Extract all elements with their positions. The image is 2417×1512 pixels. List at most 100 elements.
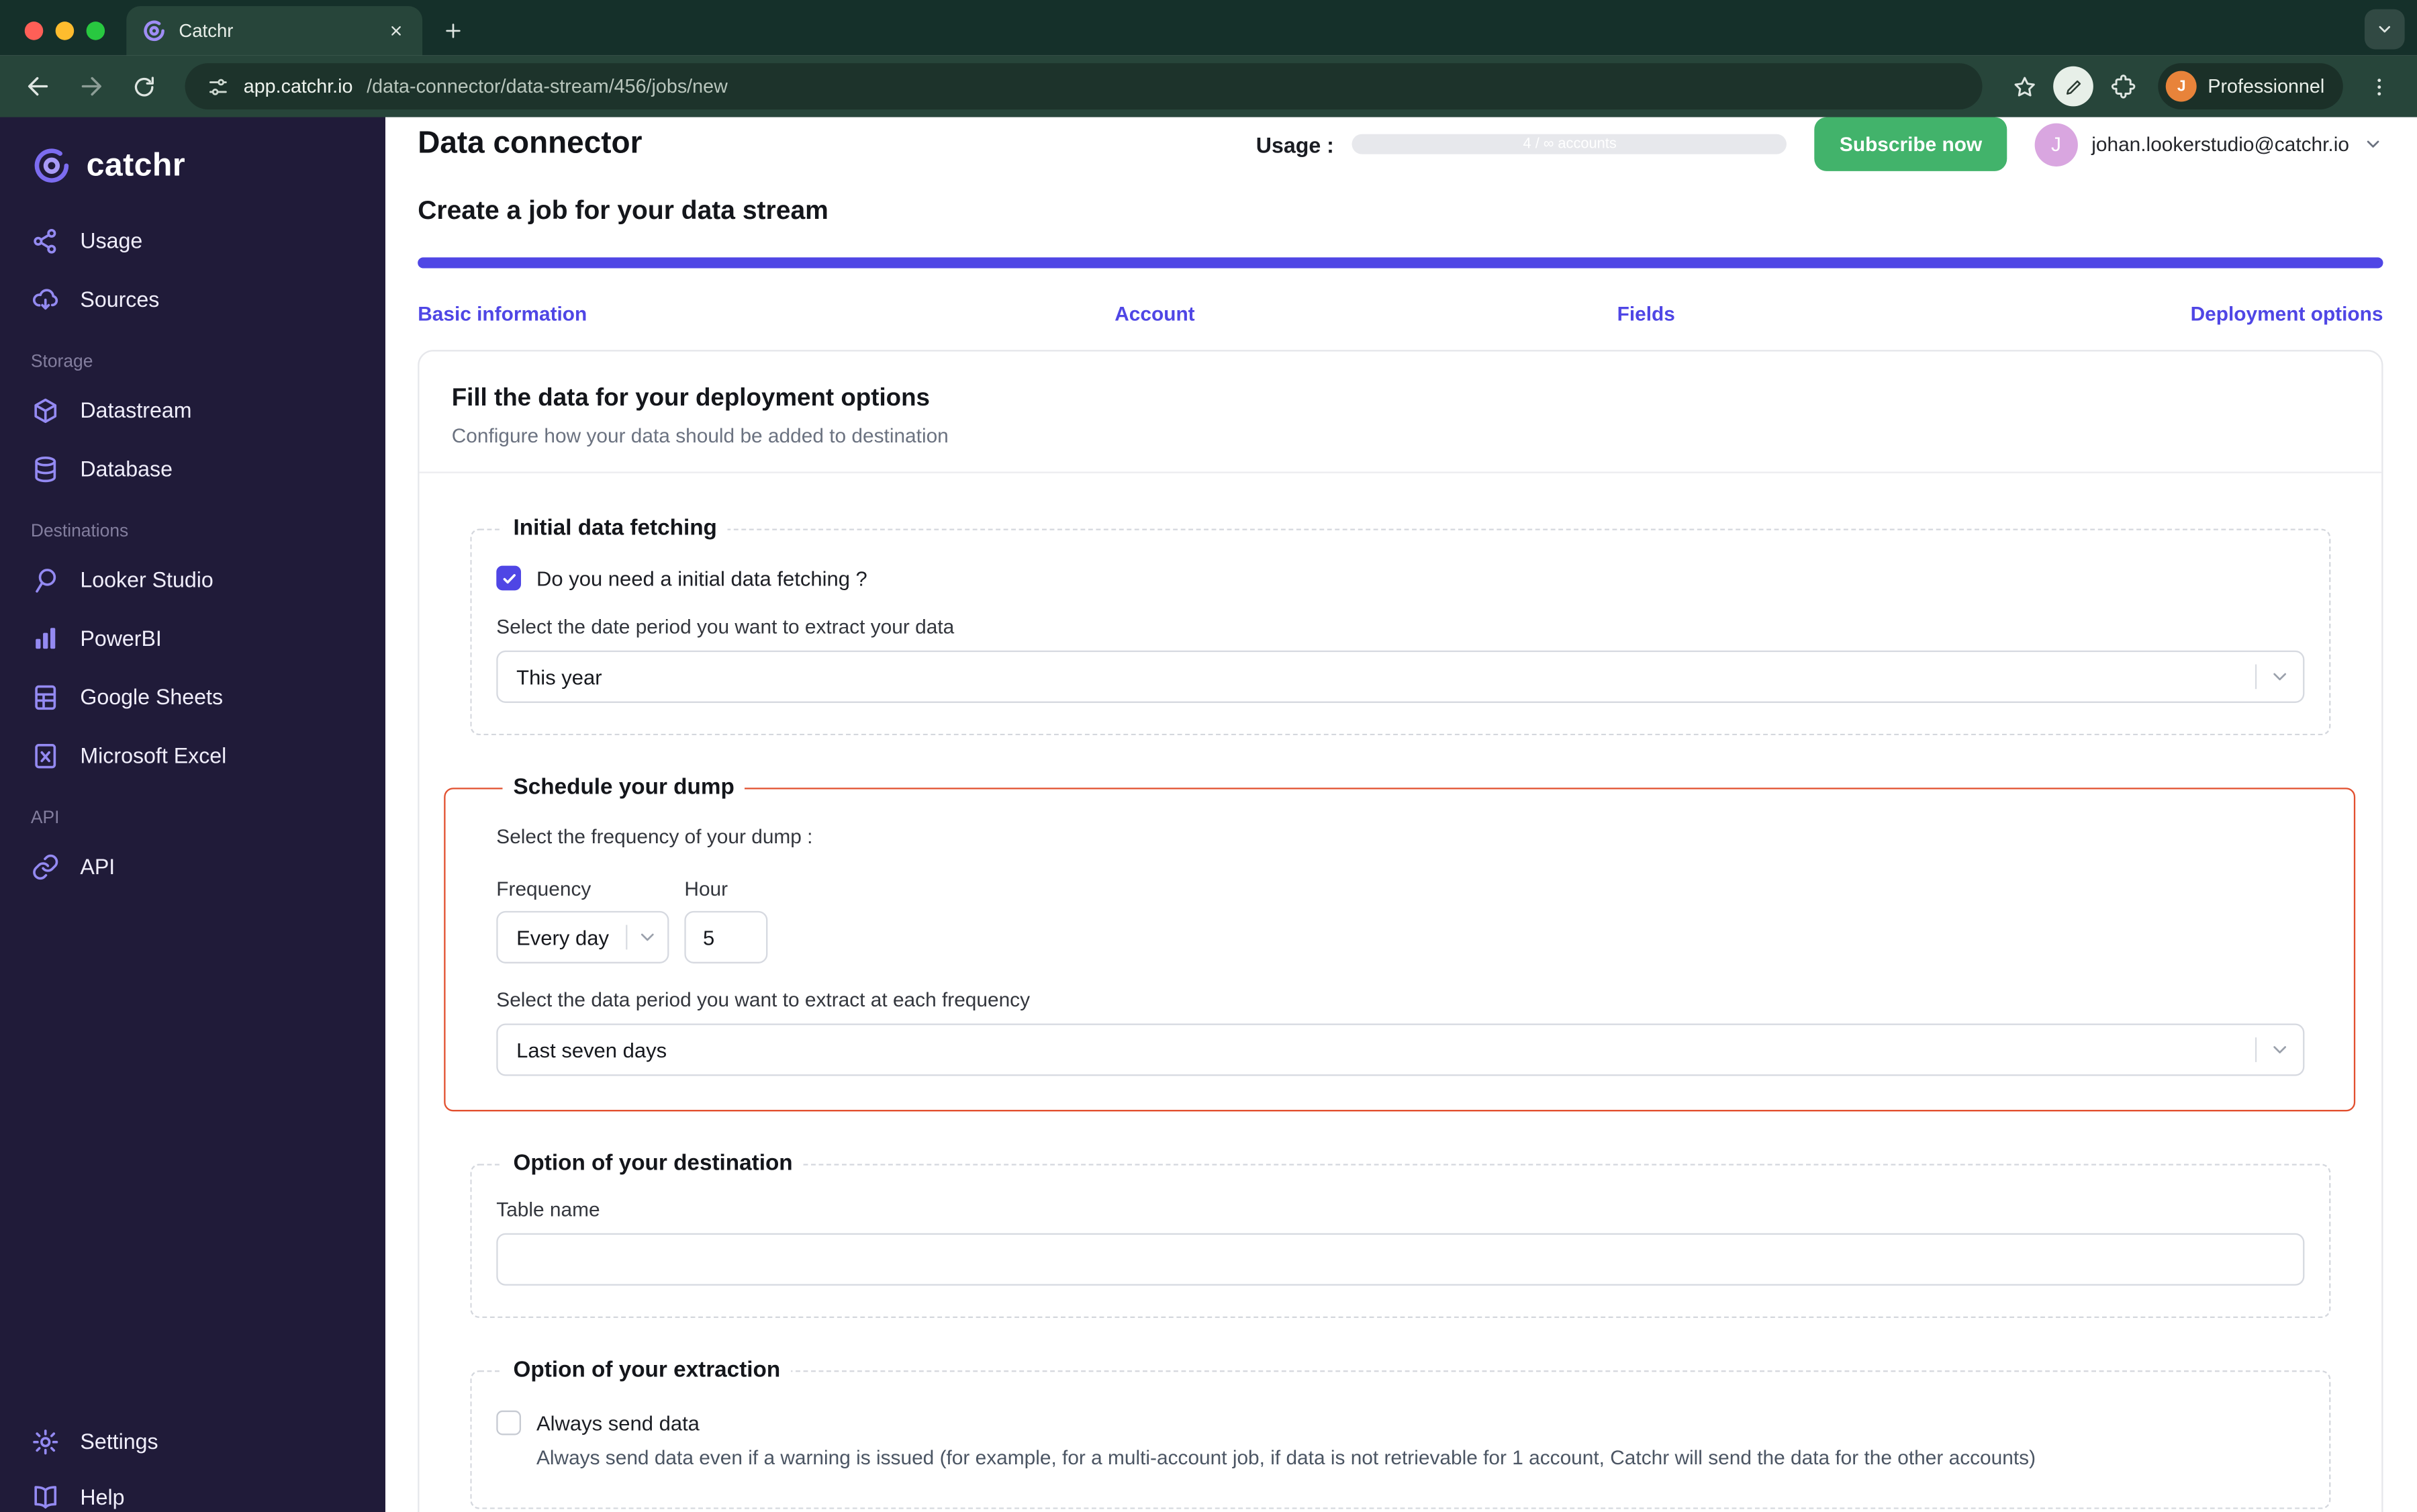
usage-label: Usage :: [1255, 132, 1334, 157]
user-avatar: J: [2034, 122, 2078, 166]
frequency-select[interactable]: Every day: [496, 910, 669, 963]
user-email: johan.lookerstudio@catchr.io: [2091, 132, 2349, 156]
fieldset-legend: Initial data fetching: [513, 516, 717, 541]
always-send-data-label: Always send data: [536, 1411, 700, 1435]
usage-value: 4 / ∞ accounts: [1523, 136, 1617, 153]
sidebar-item-help[interactable]: Help: [0, 1469, 385, 1512]
browser-menu-icon[interactable]: [2355, 63, 2402, 109]
browser-tab[interactable]: Catchr: [126, 6, 423, 56]
link-icon: [31, 851, 60, 881]
profile-avatar: J: [2166, 70, 2197, 102]
sidebar-item-usage[interactable]: Usage: [0, 211, 385, 270]
table-name-input[interactable]: [496, 1233, 2305, 1286]
wizard-title: Create a job for your data stream: [418, 195, 828, 226]
usage-meter: Usage : 4 / ∞ accounts: [1256, 132, 1787, 156]
sidebar-item-api[interactable]: API: [0, 837, 385, 896]
sidebar-item-label: Datastream: [80, 397, 192, 423]
browser-toolbar: app.catchr.io/data-connector/data-stream…: [0, 55, 2417, 117]
bookmark-star-icon[interactable]: [2001, 63, 2048, 109]
sidebar-section-api: API: [30, 809, 60, 828]
new-tab-button[interactable]: [432, 9, 475, 52]
initial-fetching-checkbox-label: Do you need a initial data fetching ?: [536, 566, 867, 590]
site-info-icon[interactable]: [207, 75, 230, 97]
main-header: Data connector Usage : 4 / ∞ accounts Su…: [385, 117, 2417, 171]
sidebar-item-looker-studio[interactable]: Looker Studio: [0, 551, 385, 609]
step-account[interactable]: Account: [909, 302, 1401, 325]
sidebar: catchr Usage Sources Storage Datastream: [0, 117, 385, 1512]
step-fields[interactable]: Fields: [1401, 302, 1892, 325]
date-period-value: This year: [516, 665, 602, 689]
tab-search-button[interactable]: [2364, 9, 2405, 50]
wizard-progress-bar: [418, 257, 2383, 269]
sidebar-item-powerbi[interactable]: PowerBI: [0, 609, 385, 667]
sidebar-item-label: Database: [80, 456, 173, 481]
hour-input[interactable]: [684, 910, 768, 963]
always-send-data-checkbox[interactable]: [496, 1410, 522, 1435]
step-deployment-options[interactable]: Deployment options: [1892, 302, 2383, 325]
frequency-value: Every day: [516, 925, 609, 949]
browser-profile-chip[interactable]: J Professionnel: [2158, 63, 2343, 110]
chevron-down-icon: [636, 927, 658, 948]
sidebar-item-settings[interactable]: Settings: [0, 1413, 385, 1469]
screenshot-viewport: Catchr app.catchr.io/data-connector/data…: [0, 0, 2417, 1512]
select-divider: [2255, 664, 2257, 690]
date-period-select[interactable]: This year: [496, 650, 2305, 703]
sidebar-item-sources[interactable]: Sources: [0, 270, 385, 328]
hour-label: Hour: [684, 877, 728, 900]
tab-close-icon[interactable]: [382, 17, 410, 44]
sidebar-footer: Settings Help: [0, 1413, 385, 1512]
subscribe-now-button[interactable]: Subscribe now: [1815, 117, 2007, 171]
close-window-button[interactable]: [24, 21, 44, 40]
app-logo[interactable]: catchr: [0, 117, 385, 211]
card-title: Fill the data for your deployment option…: [451, 385, 930, 412]
forward-icon[interactable]: [68, 63, 114, 109]
book-icon: [31, 1482, 60, 1512]
url-path: /data-connector/data-stream/456/jobs/new: [367, 75, 728, 97]
fieldset-legend: Schedule your dump: [513, 775, 734, 800]
looker-studio-icon: [31, 565, 60, 594]
sidebar-item-label: Usage: [80, 228, 143, 253]
share-icon: [31, 226, 60, 255]
gear-icon: [31, 1427, 60, 1456]
fieldset-legend: Option of your extraction: [513, 1358, 781, 1383]
usage-progress-track: 4 / ∞ accounts: [1352, 134, 1787, 154]
reload-icon[interactable]: [120, 63, 167, 109]
logo-text: catchr: [86, 147, 186, 183]
always-send-data-description: Always send data even if a warning is is…: [536, 1446, 2036, 1470]
wizard-steps: Basic information Account Fields Deploym…: [418, 302, 2383, 325]
sidebar-item-label: Settings: [80, 1429, 158, 1454]
url-bar[interactable]: app.catchr.io/data-connector/data-stream…: [185, 63, 1983, 110]
destination-option-fieldset: Option of your destination Table name: [470, 1151, 2331, 1319]
table-name-label: Table name: [496, 1197, 600, 1221]
cloud-download-icon: [31, 285, 60, 314]
sidebar-item-label: Help: [80, 1484, 125, 1509]
sidebar-item-database[interactable]: Database: [0, 439, 385, 498]
chevron-down-icon: [2269, 1039, 2291, 1060]
frequency-period-label: Select the data period you want to extra…: [496, 988, 1031, 1012]
sidebar-item-microsoft-excel[interactable]: Microsoft Excel: [0, 726, 385, 784]
extraction-option-fieldset: Option of your extraction Always send da…: [470, 1358, 2331, 1509]
tab-title: Catchr: [179, 19, 234, 42]
excel-icon: [31, 741, 60, 770]
page-header-title: Data connector: [418, 126, 643, 160]
minimize-window-button[interactable]: [55, 21, 75, 40]
maximize-window-button[interactable]: [86, 21, 105, 40]
step-basic-information[interactable]: Basic information: [418, 302, 909, 325]
frequency-question: Select the frequency of your dump :: [496, 824, 813, 848]
deployment-options-card: Fill the data for your deployment option…: [418, 350, 2383, 1512]
frequency-period-select[interactable]: Last seven days: [496, 1023, 2305, 1076]
account-menu[interactable]: J johan.lookerstudio@catchr.io: [2034, 122, 2383, 166]
chevron-down-icon: [2363, 134, 2383, 154]
chevron-down-icon: [2269, 666, 2291, 688]
sidebar-item-datastream[interactable]: Datastream: [0, 381, 385, 439]
sidebar-item-google-sheets[interactable]: Google Sheets: [0, 667, 385, 726]
extensions-puzzle-icon[interactable]: [2100, 63, 2146, 109]
card-header: Fill the data for your deployment option…: [419, 351, 2382, 473]
sidebar-section-destinations: Destinations: [30, 522, 129, 541]
sidebar-item-label: Looker Studio: [80, 567, 214, 592]
initial-fetching-checkbox[interactable]: [496, 565, 522, 591]
pencil-extension-icon[interactable]: [2053, 66, 2094, 107]
window-controls: [0, 21, 126, 56]
initial-data-fetching-fieldset: Initial data fetching Do you need a init…: [470, 516, 2331, 736]
back-icon[interactable]: [15, 63, 62, 109]
